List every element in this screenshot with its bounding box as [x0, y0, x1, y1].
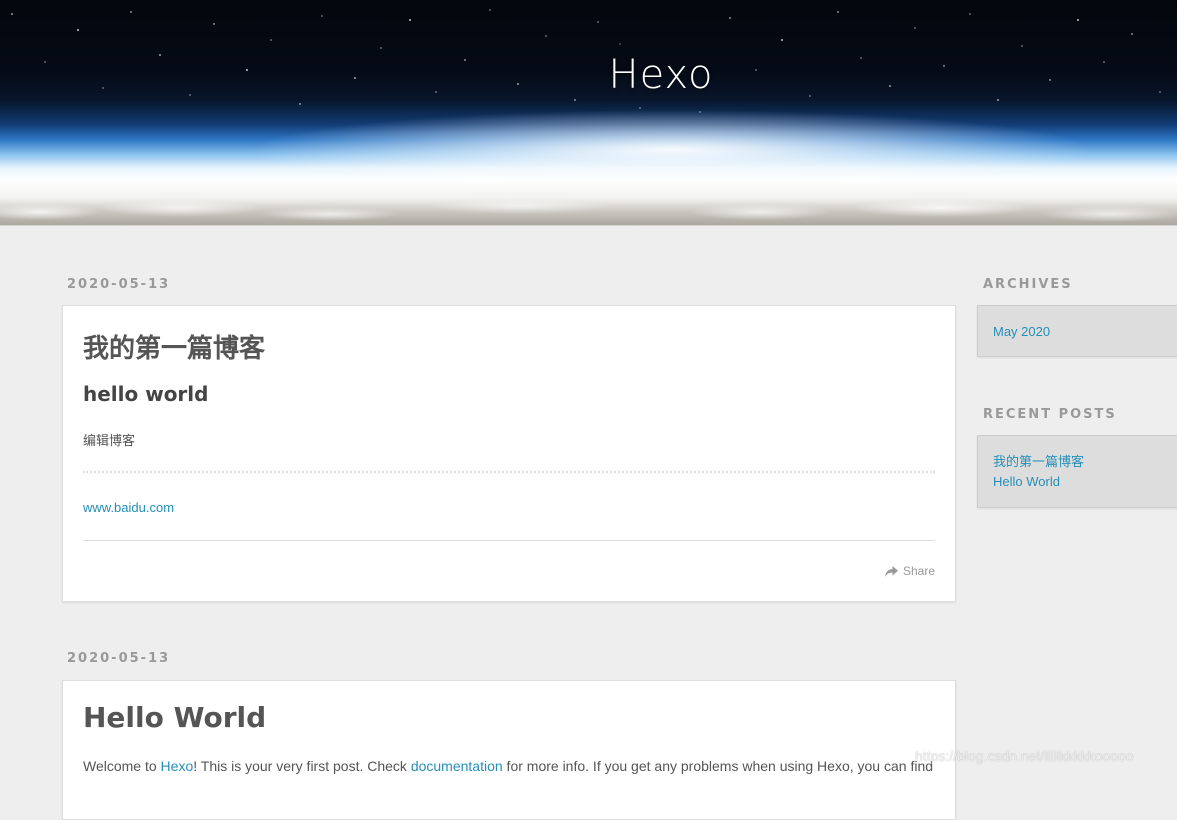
- article-paragraph: 编辑博客: [83, 433, 136, 448]
- intro-text: for more info. If you get any problems w…: [502, 758, 934, 774]
- cloud-layer: [0, 192, 1177, 225]
- watermark: https://blog.csdn.net/lllllkkkkkooooo: [915, 748, 1134, 764]
- archive-link-may-2020[interactable]: May 2020: [993, 322, 1171, 342]
- share-label: Share: [902, 564, 935, 578]
- recent-posts-widget-title: RECENT POSTS: [983, 407, 1117, 422]
- dotted-divider: [83, 471, 935, 473]
- article-title[interactable]: Hello World: [83, 701, 266, 734]
- article-title[interactable]: 我的第一篇博客: [83, 328, 265, 365]
- article-footer-divider: [83, 540, 935, 541]
- intro-text: Welcome to: [83, 758, 161, 774]
- article-card: 我的第一篇博客 hello world 编辑博客 www.baidu.com S…: [62, 305, 956, 602]
- recent-posts-widget: 我的第一篇博客 Hello World: [977, 435, 1177, 508]
- article-link[interactable]: www.baidu.com: [83, 500, 174, 515]
- site-logo[interactable]: Hexo: [0, 52, 1177, 98]
- documentation-link[interactable]: documentation: [411, 758, 503, 774]
- intro-text: ! This is your very first post. Check: [193, 758, 411, 774]
- article-date[interactable]: 2020-05-13: [67, 651, 170, 666]
- article-paragraph: Welcome to Hexo! This is your very first…: [83, 758, 933, 774]
- share-button[interactable]: Share: [884, 564, 935, 578]
- share-icon: [884, 565, 898, 577]
- article-heading: hello world: [83, 382, 209, 406]
- header-banner: Hexo: [0, 0, 1177, 226]
- article-card: Hello World Welcome to Hexo! This is you…: [62, 680, 956, 820]
- archives-widget: May 2020: [977, 305, 1177, 357]
- recent-post-link[interactable]: Hello World: [993, 472, 1171, 492]
- hexo-link[interactable]: Hexo: [161, 758, 194, 774]
- article-date[interactable]: 2020-05-13: [67, 277, 170, 292]
- archives-widget-title: ARCHIVES: [983, 277, 1073, 292]
- recent-post-link[interactable]: 我的第一篇博客: [993, 452, 1171, 472]
